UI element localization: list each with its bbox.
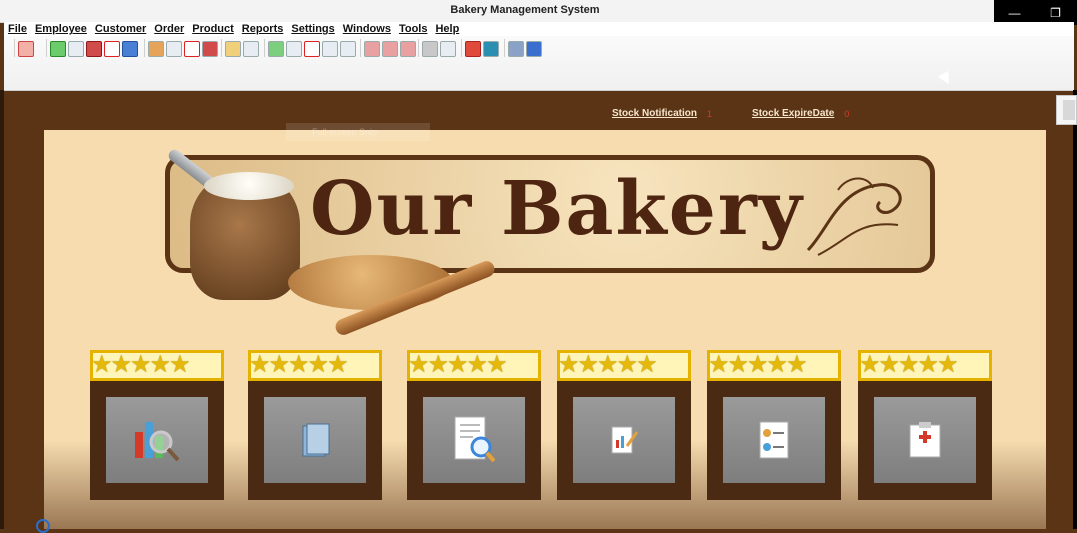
right-border (1073, 90, 1077, 529)
contacts-list-icon (757, 420, 791, 460)
customer-grid-icon[interactable] (243, 41, 259, 57)
menu-order[interactable]: Order (150, 22, 188, 36)
settings-icon[interactable] (422, 41, 438, 57)
stars-banner: ★★★★★ (707, 350, 841, 381)
card-body (248, 381, 382, 500)
stock-expire-link[interactable]: Stock ExpireDate (752, 108, 834, 119)
customer-icon[interactable] (225, 41, 241, 57)
toolbar (4, 36, 1074, 91)
banner-title: Our Bakery (310, 166, 804, 252)
delete-icon[interactable] (104, 41, 120, 57)
card-body (407, 381, 541, 500)
left-border (0, 90, 4, 529)
stars-banner: ★★★★★ (90, 350, 224, 381)
stars-banner: ★★★★★ (248, 350, 382, 381)
card-tile[interactable] (423, 397, 525, 483)
toolbar-group-tools (504, 39, 545, 57)
add-icon[interactable] (50, 41, 66, 57)
toolbar-group-file (14, 39, 37, 57)
menu-bar: File Employee Customer Order Product Rep… (4, 22, 1074, 36)
tools-icon[interactable] (508, 41, 524, 57)
toolbar-group-order (264, 39, 359, 57)
employee-icon[interactable] (148, 41, 164, 57)
stock-expire-group: Stock ExpireDate 0 (752, 108, 849, 119)
stars-banner: ★★★★★ (407, 350, 541, 381)
menu-windows[interactable]: Windows (339, 22, 395, 36)
stock-notification-group: Stock Notification 1 (612, 108, 712, 119)
edit-icon[interactable] (68, 41, 84, 57)
card-tile[interactable] (723, 397, 825, 483)
window-title: Bakery Management System (0, 4, 1050, 16)
order-delete-icon[interactable] (304, 41, 320, 57)
toolbar-group-employee (144, 39, 221, 57)
order-export-icon[interactable] (340, 41, 356, 57)
card-body (858, 381, 992, 500)
card-body (707, 381, 841, 500)
flour-icon (204, 172, 294, 200)
employee-delete-icon[interactable] (184, 41, 200, 57)
toolbar-group-product (360, 39, 419, 57)
employee-save-icon[interactable] (202, 41, 218, 57)
module-card-reports[interactable]: ★★★★★ (90, 350, 224, 500)
employee-edit-icon[interactable] (166, 41, 182, 57)
stock-expire-count: 0 (844, 109, 849, 119)
report-pie-icon[interactable] (465, 41, 481, 57)
snip-ring-icon (36, 519, 50, 533)
menu-product[interactable]: Product (188, 22, 238, 36)
card-tile[interactable] (874, 397, 976, 483)
order-edit-icon[interactable] (286, 41, 302, 57)
product-icon[interactable] (364, 41, 380, 57)
toolbar-group-customer (221, 39, 262, 57)
title-bar: Bakery Management System (0, 0, 1077, 23)
stars-banner: ★★★★★ (858, 350, 992, 381)
menu-help[interactable]: Help (431, 22, 463, 36)
medical-clipboard-icon (907, 420, 943, 460)
product-remove-icon[interactable] (400, 41, 416, 57)
stock-notification-count: 1 (707, 109, 712, 119)
exit-icon[interactable] (18, 41, 34, 57)
card-tile[interactable] (573, 397, 675, 483)
pie-icon (288, 255, 453, 310)
swirl-ornament-icon (798, 170, 918, 260)
module-card-clipboard[interactable]: ★★★★★ (858, 350, 992, 500)
report-db-icon[interactable] (483, 41, 499, 57)
refresh-icon[interactable] (122, 41, 138, 57)
card-tile[interactable] (264, 397, 366, 483)
help-icon[interactable] (526, 41, 542, 57)
menu-settings[interactable]: Settings (287, 22, 338, 36)
side-tab-icon (1063, 100, 1075, 120)
toolbar-group-settings (418, 39, 459, 57)
edit-report-icon (609, 424, 639, 456)
module-card-documents[interactable]: ★★★★★ (407, 350, 541, 500)
side-tab[interactable] (1056, 95, 1077, 125)
module-card-contacts[interactable]: ★★★★★ (707, 350, 841, 500)
snip-overlay-label: Full-screen Snip (286, 123, 430, 141)
toolbar-group-reports (461, 39, 502, 57)
card-body (557, 381, 691, 500)
stars-banner: ★★★★★ (557, 350, 691, 381)
search-report-icon (131, 414, 183, 466)
stock-notification-link[interactable]: Stock Notification (612, 108, 697, 119)
menu-customer[interactable]: Customer (91, 22, 150, 36)
document-search-icon (451, 415, 497, 465)
settings-edit-icon[interactable] (440, 41, 456, 57)
order-icon[interactable] (268, 41, 284, 57)
menu-reports[interactable]: Reports (238, 22, 288, 36)
menu-employee[interactable]: Employee (31, 22, 91, 36)
module-card-records[interactable]: ★★★★★ (248, 350, 382, 500)
menu-tools[interactable]: Tools (395, 22, 432, 36)
save-icon[interactable] (86, 41, 102, 57)
card-body (90, 381, 224, 500)
books-icon (295, 420, 335, 460)
module-card-edit-report[interactable]: ★★★★★ (557, 350, 691, 500)
menu-file[interactable]: File (4, 22, 31, 36)
toolbar-group-main (46, 39, 141, 57)
notification-links: Stock Notification 1 Stock ExpireDate 0 (612, 108, 849, 119)
order-grid-icon[interactable] (322, 41, 338, 57)
product-add-icon[interactable] (382, 41, 398, 57)
card-tile[interactable] (106, 397, 208, 483)
